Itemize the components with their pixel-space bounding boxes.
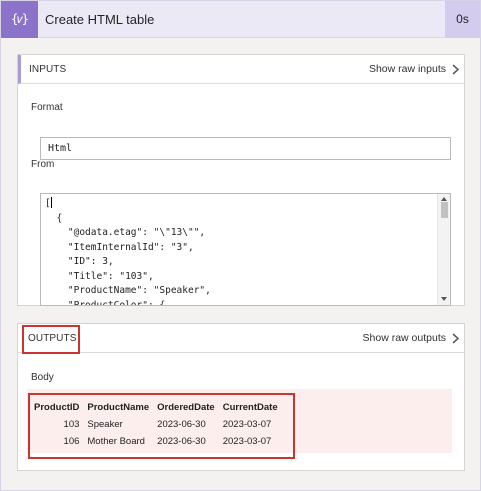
scroll-thumb[interactable] bbox=[441, 202, 448, 218]
code-line: { bbox=[45, 212, 63, 224]
scroll-up-arrow-icon[interactable] bbox=[441, 197, 447, 201]
code-line: "ProductColor": { bbox=[45, 299, 166, 306]
action-title: Create HTML table bbox=[45, 12, 155, 27]
show-raw-outputs-link[interactable]: Show raw outputs bbox=[363, 324, 446, 353]
format-label: Format bbox=[31, 102, 63, 113]
create-html-table-card: {𝑣} Create HTML table 0s INPUTS Show raw… bbox=[0, 0, 481, 491]
code-line: "ProductName": "Speaker", bbox=[45, 285, 211, 296]
action-header[interactable]: {𝑣} Create HTML table 0s bbox=[1, 1, 480, 38]
body-label: Body bbox=[31, 372, 54, 383]
chevron-right-icon[interactable] bbox=[451, 64, 460, 75]
text-cursor bbox=[50, 197, 52, 208]
action-duration: 0s bbox=[445, 1, 480, 38]
variable-braces-icon: {𝑣} bbox=[1, 1, 38, 38]
code-line: "ItemInternalId": "3", bbox=[45, 241, 194, 253]
inputs-section: INPUTS Show raw inputs Format Html From … bbox=[17, 54, 465, 306]
from-label: From bbox=[31, 159, 55, 170]
inputs-header: INPUTS Show raw inputs bbox=[18, 55, 464, 84]
from-json-code: [ { "@odata.etag": "\"13\"", "ItemIntern… bbox=[45, 197, 437, 306]
code-line: [ bbox=[45, 197, 437, 212]
action-body: INPUTS Show raw inputs Format Html From … bbox=[1, 38, 480, 490]
table-highlight-box bbox=[28, 393, 295, 459]
code-line: "Title": "103", bbox=[45, 270, 154, 282]
code-scrollbar[interactable] bbox=[437, 194, 450, 305]
code-line: "@odata.etag": "\"13\"", bbox=[45, 227, 206, 238]
outputs-highlight-box bbox=[22, 325, 80, 354]
inputs-title: INPUTS bbox=[29, 64, 67, 75]
format-field[interactable]: Html bbox=[40, 137, 451, 160]
scroll-down-arrow-icon[interactable] bbox=[441, 297, 447, 301]
outputs-header: OUTPUTS Show raw outputs bbox=[18, 324, 464, 353]
outputs-section: OUTPUTS Show raw outputs Body ProductID … bbox=[17, 323, 465, 471]
from-code-box[interactable]: [ { "@odata.etag": "\"13\"", "ItemIntern… bbox=[40, 193, 451, 306]
chevron-right-icon[interactable] bbox=[451, 333, 460, 344]
code-line: "ID": 3, bbox=[45, 256, 114, 267]
show-raw-inputs-link[interactable]: Show raw inputs bbox=[369, 55, 446, 84]
